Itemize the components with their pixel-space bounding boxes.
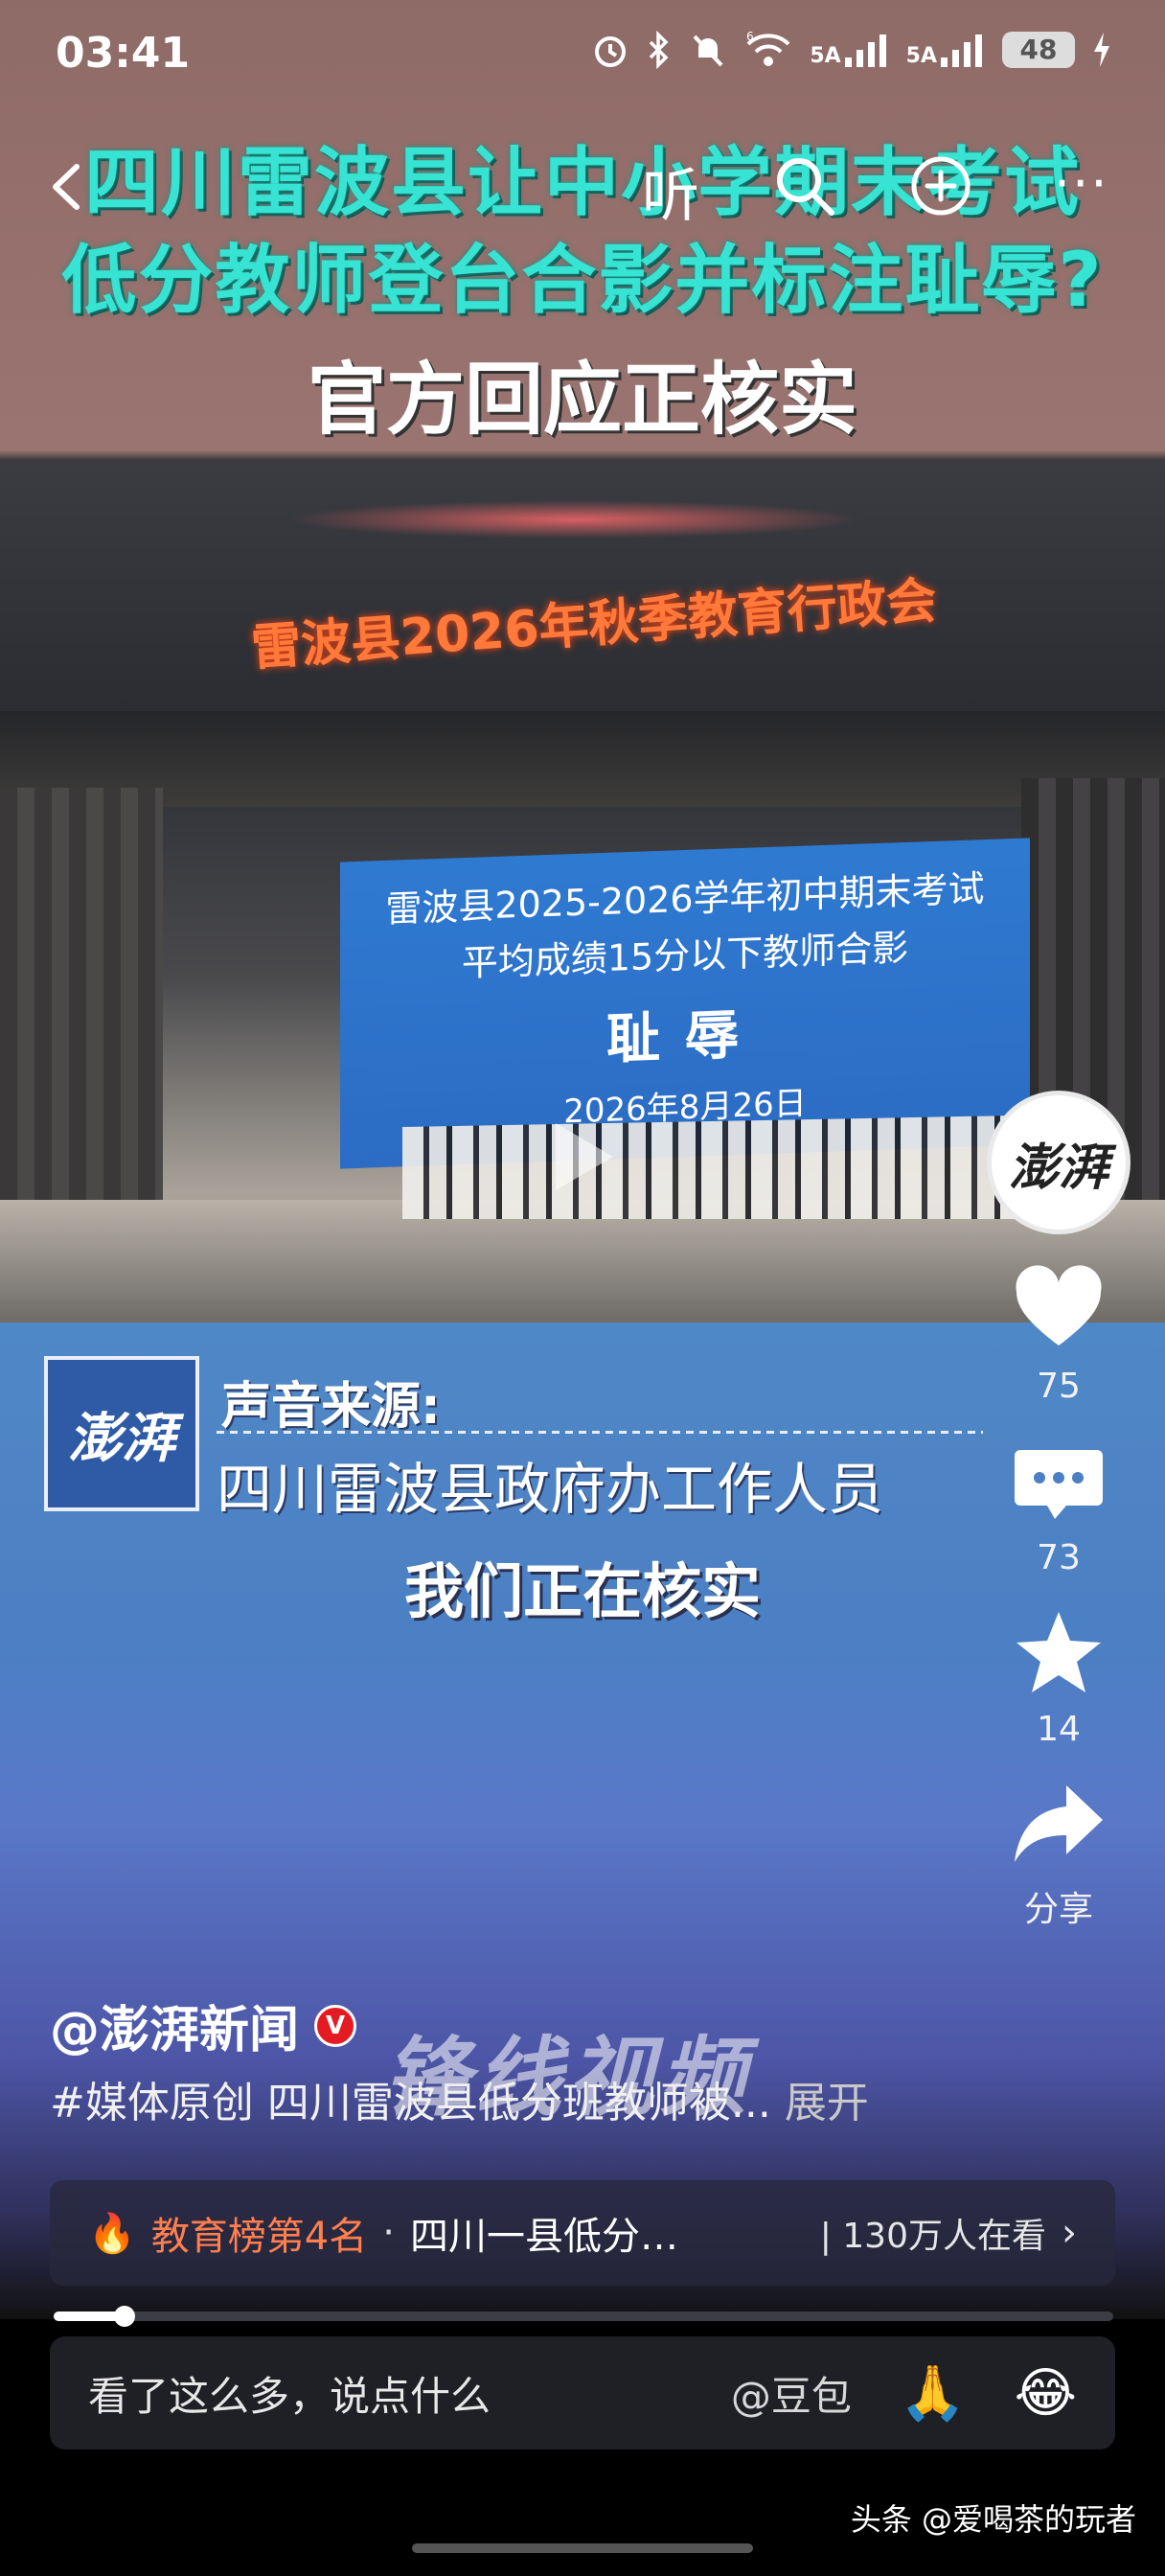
status-bar: 03:41 6 5A 5A 48 — [0, 0, 1165, 113]
signal-2: 5A — [906, 33, 985, 67]
star-icon — [1017, 1612, 1101, 1692]
rank-label: 教育榜第4名 — [150, 2215, 368, 2259]
status-icons: 6 5A 5A 48 — [591, 31, 1111, 69]
headline-line-3: 官方回应正核实 — [307, 355, 857, 446]
like-button[interactable]: 75 — [987, 1261, 1131, 1406]
back-icon[interactable] — [42, 161, 94, 213]
comment-button[interactable]: 73 — [987, 1433, 1131, 1577]
alarm-icon — [595, 36, 627, 67]
top-nav: 听 ··· — [0, 144, 1165, 230]
expand-link[interactable]: 展开 — [785, 2079, 869, 2128]
rank-topic: 四川一县低分… — [409, 2215, 678, 2259]
author-avatar[interactable]: 澎湃 — [987, 1091, 1131, 1234]
author-handle[interactable]: @澎湃新闻 — [50, 1990, 299, 2061]
wifi-label: 6 — [746, 31, 754, 43]
mute-bell-icon — [693, 34, 723, 67]
add-icon[interactable] — [908, 153, 973, 218]
signal-1: 5A — [810, 33, 888, 67]
action-sidebar: 澎湃 75 73 14 分享 — [987, 1091, 1131, 1931]
search-icon[interactable] — [772, 153, 837, 218]
source-divider — [217, 1431, 983, 1434]
video-progress-bar[interactable] — [54, 2306, 1113, 2327]
description-text: #媒体原创 四川雷波县低分班教师被... — [50, 2079, 771, 2128]
source-logo: 澎湃 — [44, 1356, 199, 1511]
stage-valance — [0, 711, 1165, 807]
curtain-left — [0, 788, 163, 1229]
signal-2-bars-icon — [941, 33, 985, 67]
charging-icon — [1094, 33, 1109, 67]
stage-led-banner: 雷波县2026年秋季教育行政会 — [249, 572, 939, 678]
signal-2-label: 5A — [905, 44, 937, 68]
like-count: 75 — [1037, 1367, 1081, 1406]
source-label: 声音来源: — [221, 1378, 441, 1436]
source-logo-text: 澎湃 — [68, 1406, 175, 1470]
avatar-text: 澎湃 — [1008, 1138, 1108, 1197]
watching-count: | 130万人在看 — [819, 2217, 1046, 2256]
wifi-icon: 6 — [746, 31, 790, 66]
home-indicator[interactable] — [412, 2543, 753, 2553]
laughing-face-icon[interactable]: 😂 — [1015, 2362, 1077, 2425]
share-button[interactable]: 分享 — [987, 1776, 1131, 1931]
bluetooth-icon — [650, 31, 669, 69]
more-icon[interactable]: ··· — [1054, 153, 1109, 214]
fire-icon: 🔥 — [88, 2211, 136, 2256]
signal-1-bars-icon — [844, 33, 889, 67]
praying-hands-icon[interactable]: 🙏 — [900, 2361, 967, 2425]
post-description[interactable]: #媒体原创 四川雷波县低分班教师被... 展开 — [50, 2068, 869, 2129]
ranking-bar[interactable]: 🔥 教育榜第4名 · 四川一县低分… | 130万人在看 › — [50, 2180, 1115, 2286]
favorite-count: 14 — [1037, 1710, 1081, 1749]
favorite-button[interactable]: 14 — [987, 1604, 1131, 1749]
screen-line-3: 耻辱 — [606, 1003, 764, 1071]
progress-knob[interactable] — [114, 2306, 136, 2327]
battery-indicator: 48 — [1002, 32, 1075, 68]
listen-button[interactable]: 听 — [642, 150, 699, 233]
verified-badge-icon: V — [314, 2004, 357, 2047]
comment-icon — [1015, 1450, 1103, 1519]
mention-doubao-button[interactable]: @豆包 — [731, 2364, 852, 2423]
status-time: 03:41 — [56, 29, 191, 78]
share-icon — [1015, 1785, 1103, 1862]
ceiling-light — [287, 500, 862, 539]
signal-1-label: 5A — [810, 44, 841, 68]
comment-count: 73 — [1037, 1538, 1081, 1577]
play-icon[interactable] — [537, 1114, 623, 1200]
footer-credit: 头条 @爱喝茶的玩者 — [850, 2501, 1136, 2538]
heart-icon — [1016, 1265, 1102, 1346]
author-name[interactable]: @澎湃新闻 V — [50, 1990, 357, 2061]
headline-line-2: 低分教师登台合影并标注耻辱? — [61, 238, 1104, 324]
share-label: 分享 — [1023, 1890, 1093, 1929]
source-name: 四川雷波县政府办工作人员 — [217, 1457, 884, 1522]
rank-separator: · — [382, 2211, 395, 2255]
comment-input-bar[interactable]: 看了这么多，说点什么 @豆包 🙏 😂 — [50, 2336, 1115, 2450]
chevron-right-icon: › — [1062, 2211, 1077, 2255]
comment-placeholder[interactable]: 看了这么多，说点什么 — [88, 2364, 491, 2423]
